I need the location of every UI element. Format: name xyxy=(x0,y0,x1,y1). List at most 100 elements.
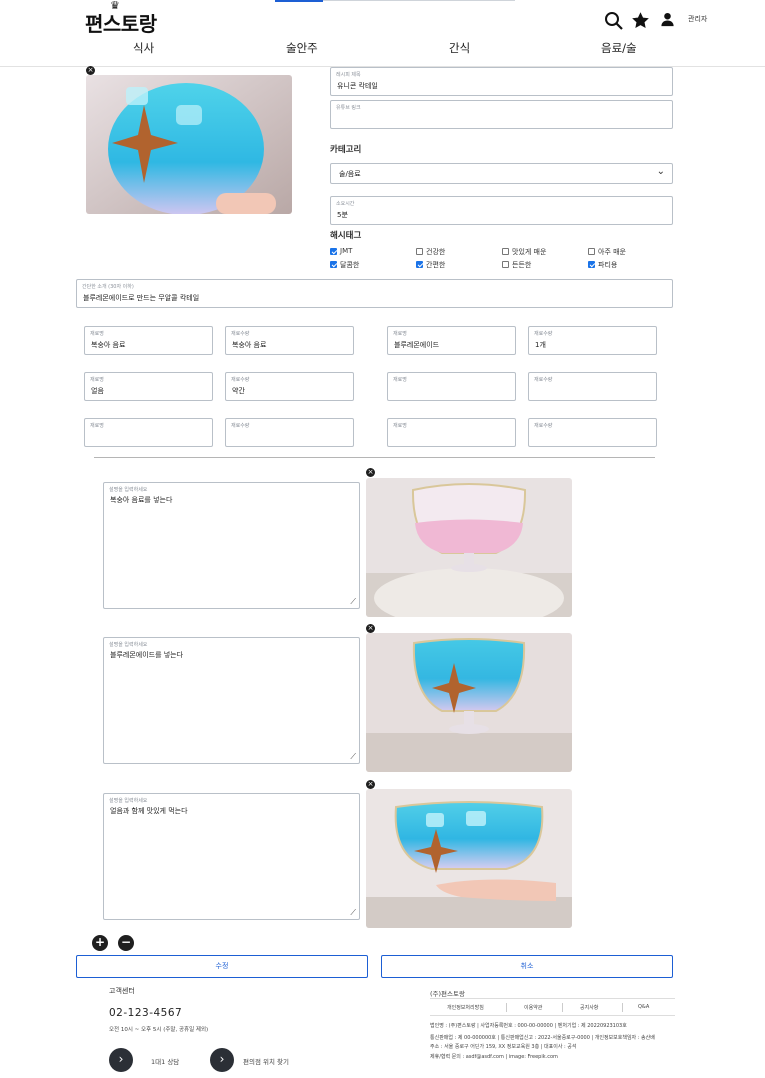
ingredient-amount-field[interactable]: 재료수량 xyxy=(528,372,657,401)
ingredient-amount-label: 재료수량 xyxy=(534,423,553,429)
ingredient-name-field[interactable]: 재료명 xyxy=(387,418,516,447)
hashtag-label: 맛있게 매운 xyxy=(512,248,547,256)
checkbox[interactable] xyxy=(416,248,423,255)
chat-arrow-button[interactable]: › xyxy=(109,1048,133,1072)
checkbox[interactable] xyxy=(330,248,337,255)
resize-handle-icon[interactable]: ⟋ xyxy=(350,752,356,762)
terms-link[interactable]: 이용약관 xyxy=(524,1004,542,1011)
store-locator-label[interactable]: 편의점 위치 찾기 xyxy=(243,1056,289,1066)
link-separator xyxy=(506,1003,507,1012)
ingredient-name-label: 재료명 xyxy=(393,331,407,337)
company-info-line-2: 통신판매업 : 제 00-000000호 | 통신판매업신고 : 2022-서울… xyxy=(430,1035,655,1041)
submit-button[interactable]: 수정 xyxy=(76,955,368,978)
chat-label[interactable]: 1대1 상담 xyxy=(151,1056,179,1066)
ingredient-amount-field[interactable]: 재료수량 xyxy=(225,418,354,447)
step-textarea[interactable]: 설명을 입력하세요 얼음과 함께 맛있게 먹는다 ⟋ xyxy=(103,793,360,920)
resize-handle-icon[interactable]: ⟋ xyxy=(350,908,356,918)
cancel-button[interactable]: 취소 xyxy=(381,955,673,978)
ingredient-amount-value: 약간 xyxy=(232,387,245,395)
ingredient-amount-label: 재료수량 xyxy=(231,423,250,429)
checkbox[interactable] xyxy=(588,261,595,268)
ingredient-amount-label: 재료수량 xyxy=(534,377,553,383)
company-info-line-1: 법인명 : (주)편스토랑 | 사업자등록번호 : 000-00-00000 |… xyxy=(430,1023,627,1029)
ingredient-name-field[interactable]: 재료명 xyxy=(387,372,516,401)
resize-handle-icon[interactable]: ⟋ xyxy=(350,597,356,607)
remove-step-image-button[interactable]: × xyxy=(366,780,375,789)
privacy-policy-link[interactable]: 개인정보처리방침 xyxy=(447,1004,484,1011)
remove-step-image-button[interactable]: × xyxy=(366,624,375,633)
hashtag-label: 파티용 xyxy=(598,261,618,269)
main-recipe-image[interactable] xyxy=(86,75,292,214)
time-value: 5분 xyxy=(337,211,348,219)
youtube-link-field[interactable]: 유튜브 링크 xyxy=(330,100,673,129)
remove-step-button[interactable]: − xyxy=(118,935,134,951)
summary-value: 블루레몬에이드로 만드는 무알콜 칵테일 xyxy=(83,294,200,302)
ingredient-name-label: 재료명 xyxy=(90,377,104,383)
hashtag-label: JMT xyxy=(340,247,353,255)
company-info-line-3: 주소 : 서울 중로구 어딘가 159, XX 정보교육원 3층 | 대표이사 … xyxy=(430,1044,577,1050)
step-label: 설명을 입력하세요 xyxy=(109,642,148,648)
time-label: 소요시간 xyxy=(336,201,355,207)
site-logo[interactable]: 편스토랑 xyxy=(85,8,157,37)
ingredient-amount-field[interactable]: 재료수량 1개 xyxy=(528,326,657,355)
ingredient-name-field[interactable]: 재료명블루레몬에이드 xyxy=(387,326,516,355)
user-icon[interactable] xyxy=(660,12,675,27)
ingredient-name-field[interactable]: 재료명 복숭아 음료 xyxy=(84,326,213,355)
link-separator xyxy=(622,1003,623,1012)
checkbox[interactable] xyxy=(502,248,509,255)
nav-meal[interactable]: 식사 xyxy=(133,40,154,56)
checkbox[interactable] xyxy=(588,248,595,255)
ingredient-name-field[interactable]: 재료명 xyxy=(84,418,213,447)
remove-step-image-button[interactable]: × xyxy=(366,468,375,477)
tab-track xyxy=(323,0,515,1)
ingredient-name-field[interactable]: 재료명 얼음 xyxy=(84,372,213,401)
youtube-link-label: 유튜브 링크 xyxy=(336,105,361,111)
checkbox[interactable] xyxy=(502,261,509,268)
recipe-title-value: 유니콘 칵테일 xyxy=(337,82,378,90)
hashtag-label: 든든한 xyxy=(512,261,532,269)
category-heading: 카테고리 xyxy=(330,145,362,155)
summary-label: 간단한 소개 (30자 이하) xyxy=(82,284,134,290)
hashtag-label: 아주 매운 xyxy=(598,248,626,256)
step-textarea[interactable]: 설명을 입력하세요 블루레몬에이드를 넣는다 ⟋ xyxy=(103,637,360,764)
summary-field[interactable]: 간단한 소개 (30자 이하) 블루레몬에이드로 만드는 무알콜 칵테일 xyxy=(76,279,673,308)
step-image[interactable] xyxy=(366,633,572,772)
step-image[interactable] xyxy=(366,789,572,928)
ingredient-name-value: 블루레몬에이드 xyxy=(394,341,440,349)
footer-divider xyxy=(430,998,675,999)
ingredient-amount-field[interactable]: 재료수량 약간 xyxy=(225,372,354,401)
hashtag-heading: 해시태그 xyxy=(330,231,362,241)
step-label: 설명을 입력하세요 xyxy=(109,798,148,804)
admin-label[interactable]: 관리자 xyxy=(688,14,707,24)
nav-snack[interactable]: 간식 xyxy=(449,40,470,56)
customer-center-title: 고객센터 xyxy=(109,987,135,995)
add-step-button[interactable]: + xyxy=(92,935,108,951)
active-tab-indicator xyxy=(275,0,323,2)
nav-snack-drink[interactable]: 술안주 xyxy=(286,40,318,56)
remove-main-image-button[interactable]: × xyxy=(86,66,95,75)
step-textarea[interactable]: 설명을 입력하세요 복숭아 음료를 넣는다 ⟋ xyxy=(103,482,360,609)
store-locator-arrow-button[interactable]: › xyxy=(210,1048,234,1072)
recipe-title-field[interactable]: 레시피 제목 유니콘 칵테일 xyxy=(330,67,673,96)
checkbox[interactable] xyxy=(330,261,337,268)
nav-beverage[interactable]: 음료/술 xyxy=(601,40,637,56)
ingredient-amount-field[interactable]: 재료수량 xyxy=(528,418,657,447)
hashtag-label: 간편한 xyxy=(426,261,446,269)
search-icon[interactable] xyxy=(604,11,624,31)
ingredient-amount-label: 재료수량 xyxy=(534,331,553,337)
hashtag-label: 달콤한 xyxy=(340,261,360,269)
step-image[interactable] xyxy=(366,478,572,617)
category-value: 술/음료 xyxy=(339,170,361,178)
ingredient-name-label: 재료명 xyxy=(393,377,407,383)
ingredient-amount-field[interactable]: 재료수량 복숭아 음료 xyxy=(225,326,354,355)
qna-link[interactable]: Q&A xyxy=(638,1004,649,1010)
notice-link[interactable]: 공지사항 xyxy=(580,1004,598,1011)
company-info-line-4: 제휴/협력 문의 : asdf@asdf.com | image: Freepi… xyxy=(430,1054,558,1060)
step-text: 복숭아 음료를 넣는다 xyxy=(110,496,173,504)
ingredient-amount-value: 복숭아 음료 xyxy=(232,341,267,349)
time-field[interactable]: 소요시간 5분 xyxy=(330,196,673,225)
ingredient-name-label: 재료명 xyxy=(393,423,407,429)
checkbox[interactable] xyxy=(416,261,423,268)
star-icon[interactable] xyxy=(631,11,650,30)
category-select[interactable]: 술/음료 ⌄ xyxy=(330,163,673,184)
